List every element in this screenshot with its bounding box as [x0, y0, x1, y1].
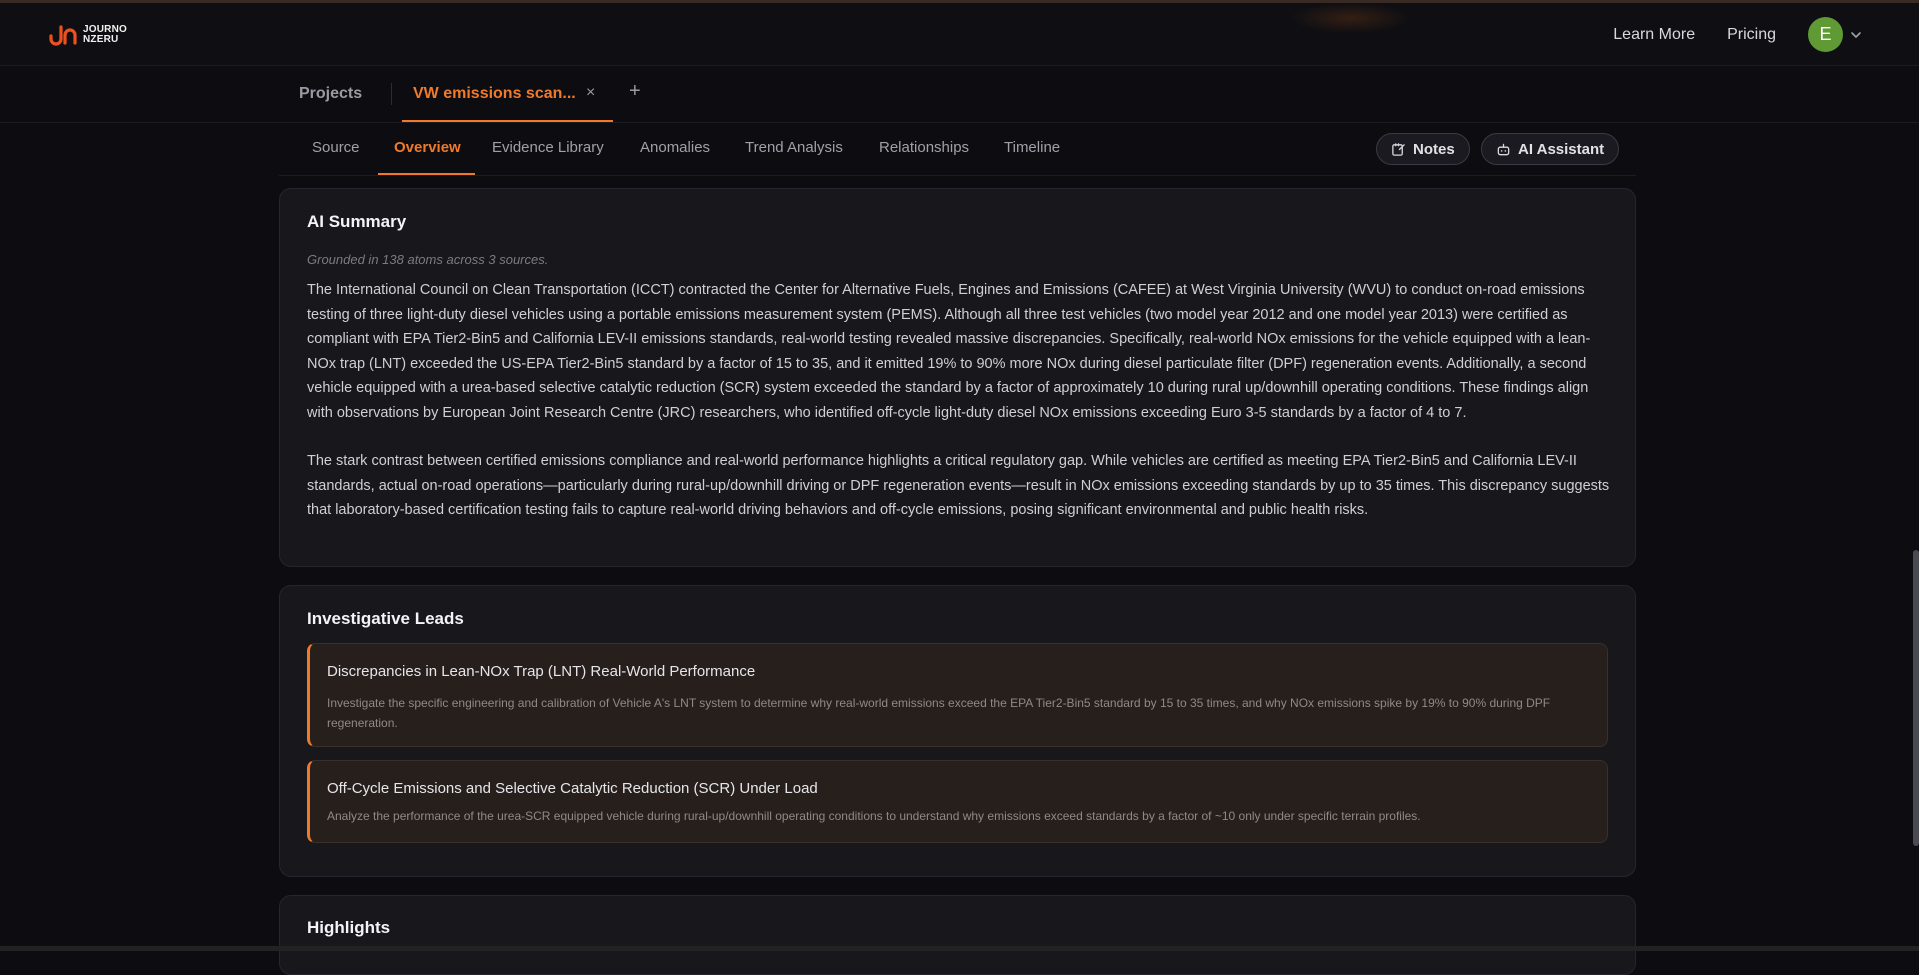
tab-evidence-library[interactable]: Evidence Library: [492, 139, 604, 156]
notes-button[interactable]: Notes: [1376, 133, 1470, 165]
notes-label: Notes: [1413, 140, 1455, 158]
project-tab-bar: Projects VW emissions scan... × +: [0, 66, 1919, 123]
section-tab-bar: Source Overview Evidence Library Anomali…: [279, 123, 1636, 176]
ai-summary-title: AI Summary: [307, 212, 407, 231]
user-avatar[interactable]: E: [1808, 17, 1843, 52]
lead-description: Investigate the specific engineering and…: [327, 696, 1551, 730]
ai-summary-text: The International Council on Clean Trans…: [307, 278, 1612, 523]
tab-anomalies[interactable]: Anomalies: [640, 139, 710, 156]
summary-paragraph: The International Council on Clean Trans…: [307, 282, 1591, 421]
lead-title: Discrepancies in Lean-NOx Trap (LNT) Rea…: [327, 663, 756, 680]
tab-trend-analysis[interactable]: Trend Analysis: [745, 139, 843, 156]
ai-assistant-label: AI Assistant: [1518, 140, 1605, 158]
divider: [391, 83, 392, 105]
top-nav: Learn More Pricing E: [1613, 3, 1919, 66]
project-tab-label[interactable]: VW emissions scan...: [413, 85, 576, 103]
page-scrollbar[interactable]: [1913, 550, 1919, 846]
decorative-glow: [1290, 3, 1410, 33]
bottom-edge: [0, 946, 1919, 951]
lead-item[interactable]: Off-Cycle Emissions and Selective Cataly…: [307, 760, 1608, 843]
pricing-link[interactable]: Pricing: [1727, 26, 1776, 44]
projects-link[interactable]: Projects: [299, 85, 362, 103]
logo-mark-icon: [49, 25, 77, 46]
investigative-leads-card: Investigative Leads Discrepancies in Lea…: [279, 585, 1636, 877]
tab-relationships[interactable]: Relationships: [879, 139, 969, 156]
top-bar: JOURNO NZERU Learn More Pricing E: [0, 0, 1919, 66]
logo-wordmark: JOURNO NZERU: [83, 25, 127, 45]
tab-overview[interactable]: Overview: [394, 139, 461, 156]
grounded-note: Grounded in 138 atoms across 3 sources.: [307, 252, 549, 267]
summary-paragraph: The stark contrast between certified emi…: [307, 453, 1610, 518]
logo-line-2: NZERU: [83, 34, 119, 45]
tab-timeline[interactable]: Timeline: [1004, 139, 1060, 156]
lead-title: Off-Cycle Emissions and Selective Cataly…: [327, 780, 818, 797]
lead-description: Analyze the performance of the urea-SCR …: [327, 809, 1421, 823]
learn-more-link[interactable]: Learn More: [1613, 26, 1695, 44]
tab-source[interactable]: Source: [312, 139, 360, 156]
active-tab-underline: [378, 173, 475, 175]
ai-summary-card: AI Summary Grounded in 138 atoms across …: [279, 188, 1636, 567]
lead-item[interactable]: Discrepancies in Lean-NOx Trap (LNT) Rea…: [307, 643, 1608, 747]
chevron-down-icon[interactable]: [1849, 28, 1863, 42]
highlights-title: Highlights: [307, 918, 391, 937]
robot-icon: [1497, 143, 1510, 155]
close-tab-icon[interactable]: ×: [586, 84, 595, 102]
investigative-leads-title: Investigative Leads: [307, 609, 464, 628]
add-tab-icon[interactable]: +: [629, 80, 641, 103]
project-tab-active[interactable]: VW emissions scan... ×: [402, 66, 613, 122]
ai-assistant-button[interactable]: AI Assistant: [1481, 133, 1620, 165]
notes-icon: [1392, 142, 1405, 156]
brand-logo[interactable]: JOURNO NZERU: [47, 23, 127, 47]
highlights-card: Highlights: [279, 895, 1636, 975]
